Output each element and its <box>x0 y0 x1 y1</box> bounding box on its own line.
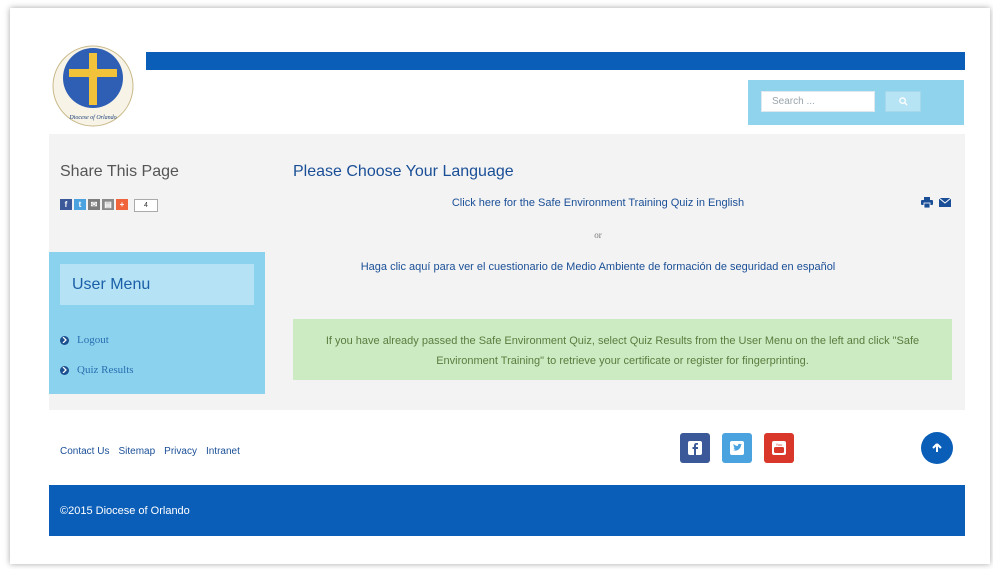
chevron-right-icon <box>60 365 69 375</box>
user-menu-item-logout[interactable]: Logout <box>60 334 109 346</box>
page-title: Please Choose Your Language <box>293 163 514 180</box>
facebook-icon[interactable]: f <box>60 199 72 210</box>
print-icon[interactable] <box>921 197 933 208</box>
footer-link-contact[interactable]: Contact Us <box>60 446 109 457</box>
plus-icon[interactable]: + <box>116 199 128 210</box>
user-menu-item-label: Quiz Results <box>77 364 134 376</box>
or-separator: or <box>594 230 602 240</box>
youtube-button[interactable]: You <box>764 433 794 463</box>
email-icon[interactable] <box>939 197 951 208</box>
search-icon <box>898 97 908 106</box>
copyright-text: ©2015 Diocese of Orlando <box>60 505 190 517</box>
footer-link-privacy[interactable]: Privacy <box>164 446 197 457</box>
arrow-up-icon <box>932 443 942 452</box>
footer-link-sitemap[interactable]: Sitemap <box>118 446 155 457</box>
logo-caption: Diocese of Orlando <box>68 114 116 121</box>
print-icon[interactable]: ▤ <box>102 199 114 210</box>
share-count: 4 <box>134 199 158 212</box>
email-icon[interactable]: ✉ <box>88 199 100 210</box>
search-input[interactable]: Search ... <box>761 91 875 112</box>
spanish-quiz-link[interactable]: Haga clic aquí para ver el cuestionario … <box>293 261 903 273</box>
share-title: Share This Page <box>60 163 179 180</box>
twitter-button[interactable] <box>722 433 752 463</box>
chevron-right-icon <box>60 335 69 345</box>
back-to-top-button[interactable] <box>921 432 953 464</box>
facebook-button[interactable] <box>680 433 710 463</box>
quiz-notice: If you have already passed the Safe Envi… <box>293 319 952 380</box>
share-buttons: f t ✉ ▤ + 4 <box>60 199 158 212</box>
header-bar <box>146 52 965 70</box>
english-quiz-link[interactable]: Click here for the Safe Environment Trai… <box>293 197 903 209</box>
footer-links: Contact Us Sitemap Privacy Intranet <box>60 446 240 457</box>
user-menu-item-quiz-results[interactable]: Quiz Results <box>60 364 134 376</box>
youtube-icon: You <box>772 441 786 455</box>
twitter-icon <box>730 441 744 455</box>
page-tools <box>921 197 951 208</box>
svg-text:You: You <box>776 442 783 447</box>
user-menu-title: User Menu <box>72 276 151 293</box>
diocese-logo[interactable]: Diocese of Orlando <box>52 45 134 127</box>
user-menu-item-label: Logout <box>77 334 109 346</box>
search-button[interactable] <box>885 91 921 112</box>
footer-link-intranet[interactable]: Intranet <box>206 446 240 457</box>
facebook-icon <box>688 441 702 455</box>
twitter-icon[interactable]: t <box>74 199 86 210</box>
